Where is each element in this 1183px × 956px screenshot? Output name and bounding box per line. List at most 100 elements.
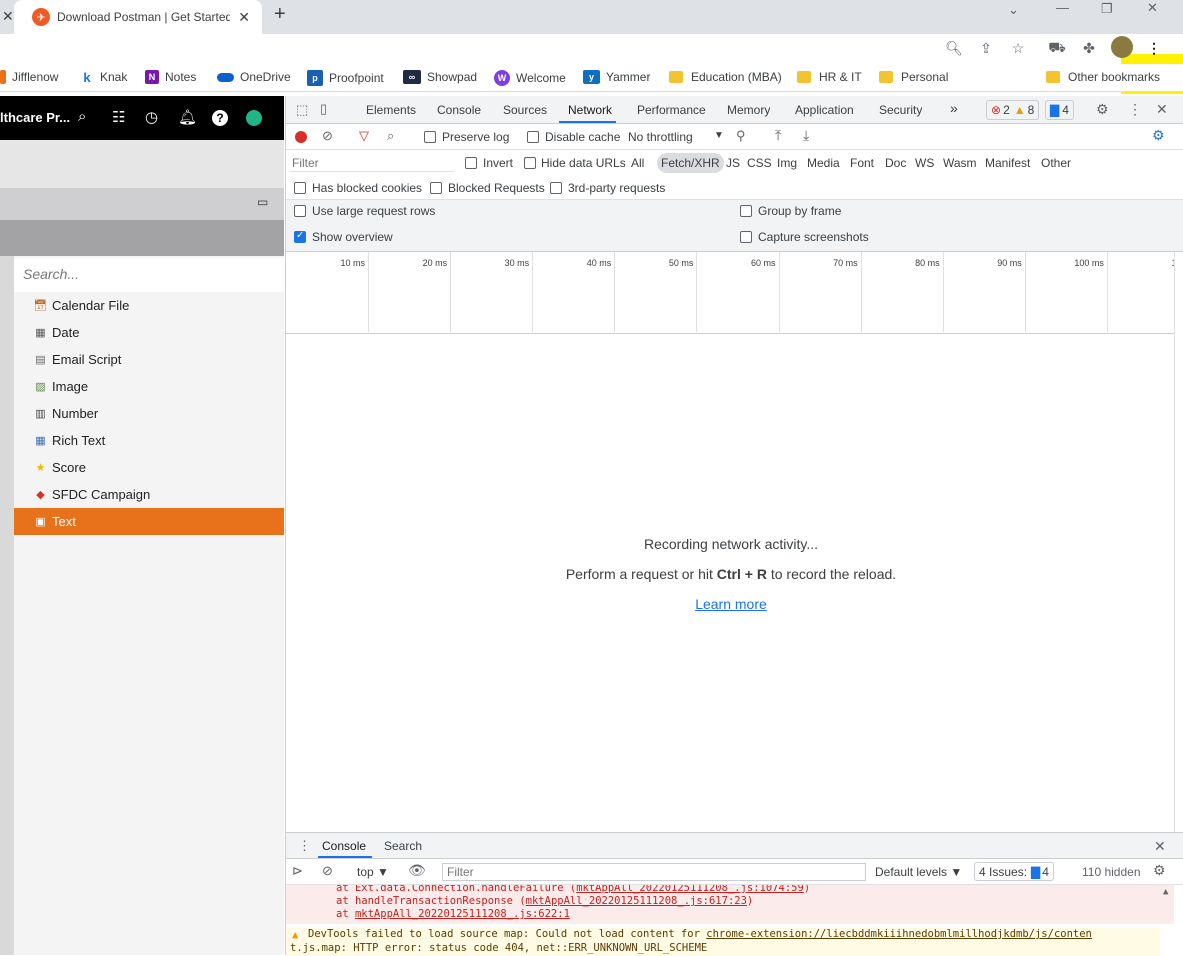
profile-avatar[interactable] (1111, 36, 1133, 58)
close-devtools-icon[interactable]: ✕ (1156, 101, 1168, 118)
has-blocked-cookies-checkbox[interactable] (294, 182, 306, 194)
filter-type-doc[interactable]: Doc (885, 156, 906, 170)
user-status-avatar[interactable] (246, 110, 262, 126)
messages-badge[interactable]: ▇ 4 (1045, 100, 1074, 120)
tab-sources[interactable]: Sources (503, 103, 547, 117)
filter-type-other[interactable]: Other (1041, 156, 1071, 170)
hide-data-urls-checkbox[interactable] (524, 157, 536, 169)
invert-checkbox[interactable] (465, 157, 477, 169)
bookmark-knak[interactable]: k Knak (80, 70, 127, 85)
tab-postman[interactable]: ✈ Download Postman | Get Started ✕ (14, 0, 262, 34)
notifications-bell-icon[interactable]: 🔔︎ (178, 108, 197, 126)
third-party-requests-checkbox[interactable] (550, 182, 562, 194)
search-icon[interactable]: ⌕ (387, 128, 394, 144)
list-item-image[interactable]: ▨ Image (14, 373, 284, 400)
console-settings-icon[interactable]: ⚙ (1153, 862, 1166, 879)
minimize-icon[interactable]: — (1056, 0, 1069, 15)
tab-security[interactable]: Security (879, 103, 922, 117)
drawer-tab-console[interactable]: Console (322, 839, 366, 853)
history-clock-icon[interactable]: ◷ (145, 108, 158, 126)
bookmark-yammer[interactable]: y Yammer (583, 70, 650, 84)
extension-icon[interactable]: ⛟ (1046, 37, 1068, 59)
bookmark-folder-hr-it[interactable]: HR & IT (797, 70, 862, 84)
share-icon[interactable]: ⇪ (975, 37, 997, 59)
bookmark-welcome[interactable]: W Welcome (494, 70, 566, 86)
filter-type-media[interactable]: Media (807, 156, 840, 170)
inspect-element-icon[interactable]: ⬚ (296, 102, 308, 118)
devtools-menu-icon[interactable]: ⋮ (1128, 101, 1142, 118)
export-har-icon[interactable]: ⤓ (803, 127, 809, 144)
filter-type-manifest[interactable]: Manifest (985, 156, 1030, 170)
checklist-icon[interactable]: ☷ (112, 108, 125, 126)
blocked-requests-checkbox[interactable] (430, 182, 442, 194)
learn-more-link[interactable]: Learn more (695, 596, 767, 612)
bookmark-showpad[interactable]: ∞ Showpad (403, 70, 477, 84)
bookmark-folder-other[interactable]: Other bookmarks (1046, 70, 1160, 84)
log-levels-select[interactable]: Default levels ▼ (875, 865, 962, 879)
filter-type-css[interactable]: CSS (747, 156, 772, 170)
stack-link[interactable]: mktAppAll_20220125111208_.js:622:1 (355, 908, 570, 920)
bookmark-proofpoint[interactable]: p Proofpoint (307, 70, 384, 86)
disable-cache-checkbox[interactable] (527, 131, 539, 143)
tab-console[interactable]: Console (437, 103, 481, 117)
filter-type-wasm[interactable]: Wasm (943, 156, 977, 170)
chrome-menu-icon[interactable]: ⋮ (1143, 37, 1165, 59)
tab-elements[interactable]: Elements (366, 103, 416, 117)
help-icon[interactable]: ? (212, 110, 228, 126)
filter-type-js[interactable]: JS (726, 156, 740, 170)
network-conditions-icon[interactable]: ⚲ (736, 128, 746, 144)
zoom-icon[interactable]: 🔍︎ (943, 37, 965, 59)
clear-icon[interactable]: ⊘ (322, 128, 333, 144)
stack-link[interactable]: mktAppAll_20220125111208_.js:617:23 (526, 895, 747, 907)
list-item-calendar-file[interactable]: 📅︎ Calendar File (14, 292, 284, 319)
chevron-down-icon[interactable]: ▼ (714, 130, 724, 141)
console-filter-input[interactable] (442, 863, 866, 881)
filter-type-font[interactable]: Font (850, 156, 874, 170)
issues-badge[interactable]: 4 Issues: ▇ 4 (974, 862, 1054, 881)
network-settings-icon[interactable]: ⚙ (1152, 127, 1165, 144)
window-close-icon[interactable]: ✕ (1147, 0, 1158, 16)
scroll-up-icon[interactable]: ▲ (1163, 887, 1168, 897)
clear-console-icon[interactable]: ⊘ (322, 863, 333, 879)
live-expression-eye-icon[interactable]: 👁︎ (408, 862, 426, 879)
filter-type-fetch-xhr[interactable]: Fetch/XHR (657, 153, 724, 173)
more-tabs-button[interactable]: » (950, 100, 958, 116)
sidebar-toggle-icon[interactable]: ⊳ (292, 863, 303, 879)
list-item-text[interactable]: ▣ Text (14, 508, 284, 535)
large-rows-checkbox[interactable] (294, 205, 306, 217)
settings-gear-icon[interactable]: ⚙ (1096, 101, 1109, 118)
list-item-score[interactable]: ★ Score (14, 454, 284, 481)
new-tab-button[interactable]: + (274, 3, 286, 26)
stack-link[interactable]: mktAppAll_20220125111208_.js:1074:59 (576, 885, 804, 894)
tab-performance[interactable]: Performance (637, 103, 706, 117)
token-search-input[interactable]: Search... (14, 258, 284, 292)
filter-type-img[interactable]: Img (777, 156, 797, 170)
maximize-panel-icon[interactable]: ▭ (257, 195, 268, 209)
restore-icon[interactable]: ❐ (1101, 1, 1113, 17)
tab-search-icon[interactable]: ⌄ (1008, 2, 1019, 18)
tab-memory[interactable]: Memory (727, 103, 770, 117)
device-toolbar-icon[interactable]: ▯ (320, 101, 327, 117)
record-button[interactable] (295, 131, 307, 143)
filter-funnel-icon[interactable]: ▽ (359, 128, 369, 144)
bookmark-star-icon[interactable]: ☆ (1007, 37, 1029, 59)
show-overview-checkbox[interactable] (294, 230, 306, 243)
list-item-email-script[interactable]: ▤ Email Script (14, 346, 284, 373)
bookmark-onedrive[interactable]: OneDrive (217, 70, 291, 84)
network-overview-timeline[interactable]: 10 ms 20 ms 30 ms 40 ms 50 ms 60 ms 70 ms 80 ms… (286, 252, 1183, 334)
list-item-sfdc-campaign[interactable]: ◆ SFDC Campaign (14, 481, 284, 508)
filter-type-ws[interactable]: WS (915, 156, 934, 170)
network-filter-input[interactable] (290, 154, 454, 172)
filter-type-all[interactable]: All (631, 156, 644, 170)
errors-warnings-badge[interactable]: ⊗ 2 ▲ 8 (986, 100, 1040, 120)
list-item-rich-text[interactable]: ▦ Rich Text (14, 427, 284, 454)
close-drawer-icon[interactable]: ✕ (1154, 838, 1166, 855)
extensions-puzzle-icon[interactable]: ✤ (1078, 37, 1100, 59)
bookmark-folder-education[interactable]: Education (MBA) (669, 70, 782, 84)
list-item-number[interactable]: ▥ Number (14, 400, 284, 427)
context-select[interactable]: top ▼ (357, 865, 389, 879)
search-icon[interactable]: ⌕ (78, 108, 86, 125)
list-item-date[interactable]: ▦ Date (14, 319, 284, 346)
bookmark-jifflenow[interactable]: Jifflenow (0, 70, 58, 84)
drawer-menu-icon[interactable]: ⋮ (298, 838, 311, 854)
